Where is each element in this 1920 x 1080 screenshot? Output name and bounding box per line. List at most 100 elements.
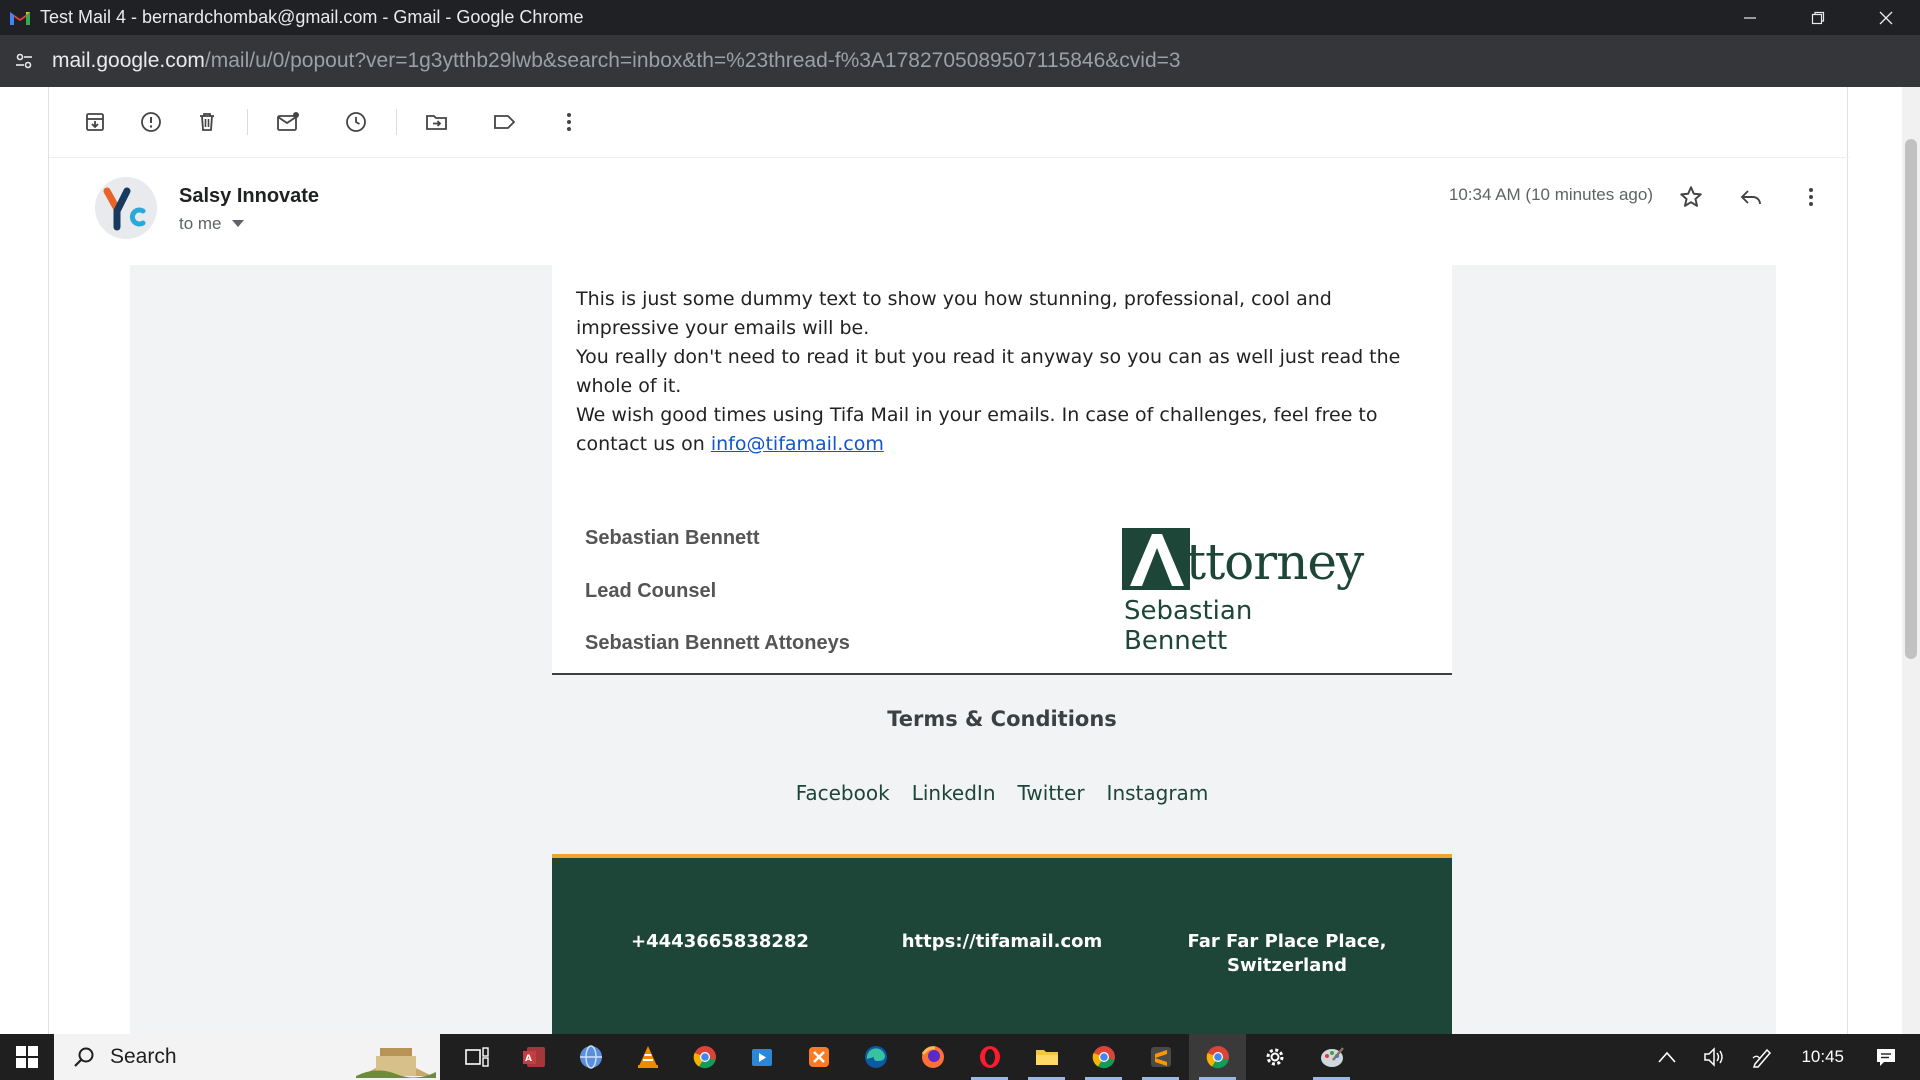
taskbar-media-player[interactable] (733, 1034, 790, 1080)
access-icon: A (522, 1047, 545, 1067)
sender-avatar[interactable] (95, 177, 157, 239)
chrome-icon (693, 1046, 716, 1069)
sender-logo-icon (95, 177, 157, 239)
taskbar-edge[interactable] (847, 1034, 904, 1080)
label-button[interactable] (485, 102, 525, 142)
folder-icon (1035, 1050, 1058, 1065)
archive-button[interactable] (75, 102, 115, 142)
address-bar[interactable]: mail.google.com/mail/u/0/popout?ver=1g3y… (0, 35, 1920, 87)
footer-address-line: Far Far Place Place, (1187, 931, 1387, 952)
archive-icon (86, 113, 104, 131)
taskbar-opera[interactable] (961, 1034, 1018, 1080)
taskbar-xampp[interactable] (790, 1034, 847, 1080)
firefox-icon (921, 1046, 944, 1068)
opera-icon (979, 1046, 1000, 1068)
logo-wordmark: ttorney (1186, 533, 1364, 591)
show-hidden-icons-button[interactable] (1647, 1051, 1687, 1063)
taskbar-paint[interactable] (1303, 1034, 1360, 1080)
scrollbar-thumb[interactable] (1905, 139, 1917, 659)
media-player-icon (751, 1049, 772, 1066)
sublime-icon (1150, 1047, 1171, 1067)
pen-menu-button[interactable] (1743, 1046, 1783, 1068)
url-text[interactable]: mail.google.com/mail/u/0/popout?ver=1g3y… (52, 49, 1181, 73)
delete-button[interactable] (187, 102, 227, 142)
footer-website[interactable]: https://tifamail.com (882, 930, 1122, 954)
taskbar-chrome[interactable] (676, 1034, 733, 1080)
footer-address-line: Switzerland (1227, 955, 1347, 976)
minimize-icon (1744, 16, 1756, 19)
email-paragraph: We wish good times using Tifa Mail in yo… (576, 401, 1436, 459)
report-spam-button[interactable] (131, 102, 171, 142)
notification-icon (1877, 1049, 1895, 1066)
label-icon (494, 115, 516, 129)
more-options-button[interactable] (549, 102, 589, 142)
email-paragraph-text: We wish good times using Tifa Mail in yo… (576, 404, 1378, 455)
system-tray: 10:45 (1647, 1034, 1920, 1080)
mark-unread-icon (277, 112, 299, 131)
more-vert-icon (1809, 188, 1813, 206)
search-highlight-icon (356, 1048, 436, 1078)
window-title-bar: Test Mail 4 - bernardchombak@gmail.com -… (0, 0, 1920, 35)
taskbar-search[interactable]: Search (54, 1034, 440, 1080)
taskbar-app-globe[interactable] (562, 1034, 619, 1080)
search-icon (74, 1047, 94, 1067)
snooze-button[interactable] (336, 102, 376, 142)
site-info-icon[interactable] (10, 47, 38, 75)
task-view-button[interactable] (448, 1034, 505, 1080)
edge-icon (864, 1046, 887, 1068)
chevron-up-icon (1658, 1051, 1677, 1063)
start-button[interactable] (0, 1034, 54, 1080)
notification-center-button[interactable] (1866, 1046, 1906, 1068)
volume-button[interactable] (1695, 1046, 1735, 1068)
mark-unread-button[interactable] (268, 102, 308, 142)
paint-icon (1320, 1047, 1344, 1067)
minimize-button[interactable] (1716, 0, 1784, 35)
taskbar-chrome-2[interactable] (1075, 1034, 1132, 1080)
toolbar-divider (396, 109, 397, 135)
taskbar-access[interactable]: A (505, 1034, 562, 1080)
task-view-icon (464, 1047, 489, 1067)
recipient-details[interactable]: to me (179, 214, 244, 234)
signature-role: Lead Counsel (585, 580, 717, 602)
email-paragraph: This is just some dummy text to show you… (576, 288, 1332, 339)
taskbar-vlc[interactable] (619, 1034, 676, 1080)
vlc-icon (637, 1046, 658, 1068)
page-area: Salsy Innovate to me 10:34 AM (10 minute… (0, 87, 1920, 1034)
taskbar-firefox[interactable] (904, 1034, 961, 1080)
logo-subtitle: Sebastian Bennett (1124, 596, 1253, 656)
taskbar-chrome-active[interactable] (1189, 1034, 1246, 1080)
page-scrollbar[interactable] (1902, 87, 1920, 1034)
linkedin-link[interactable]: LinkedIn (912, 781, 996, 805)
signature-name: Sebastian Bennett (585, 527, 760, 549)
restore-button[interactable] (1784, 0, 1852, 35)
facebook-link[interactable]: Facebook (796, 781, 890, 805)
star-button[interactable] (1671, 177, 1711, 217)
signature-firm: Sebastian Bennett Attoneys (585, 632, 850, 654)
volume-icon (1704, 1047, 1724, 1067)
contact-email-link[interactable]: info@tifamail.com (711, 433, 884, 455)
more-vert-icon (567, 113, 571, 131)
window-title: Test Mail 4 - bernardchombak@gmail.com -… (40, 7, 584, 27)
footer-phone[interactable]: +4443665838282 (620, 930, 820, 954)
chevron-down-icon (231, 220, 244, 227)
instagram-link[interactable]: Instagram (1107, 781, 1209, 805)
reply-button[interactable] (1731, 177, 1771, 217)
globe-app-icon (579, 1045, 602, 1069)
url-host: mail.google.com (52, 49, 205, 72)
star-icon (1680, 186, 1702, 207)
logo-letter-mark (1122, 528, 1190, 590)
move-to-button[interactable] (417, 102, 457, 142)
system-clock[interactable]: 10:45 (1801, 1047, 1844, 1067)
close-window-button[interactable] (1852, 0, 1920, 35)
restore-icon (1811, 11, 1825, 24)
taskbar-settings[interactable] (1246, 1034, 1303, 1080)
message-more-button[interactable] (1791, 177, 1831, 217)
move-to-icon (426, 115, 447, 130)
sender-name[interactable]: Salsy Innovate (179, 185, 319, 208)
terms-link[interactable]: Terms & Conditions (552, 707, 1452, 731)
twitter-link[interactable]: Twitter (1018, 781, 1085, 805)
taskbar-file-explorer[interactable] (1018, 1034, 1075, 1080)
taskbar-sublime[interactable] (1132, 1034, 1189, 1080)
message-header: Salsy Innovate to me 10:34 AM (10 minute… (49, 177, 1849, 257)
url-path: /mail/u/0/popout?ver=1g3ytthb29lwb&searc… (204, 49, 1181, 72)
